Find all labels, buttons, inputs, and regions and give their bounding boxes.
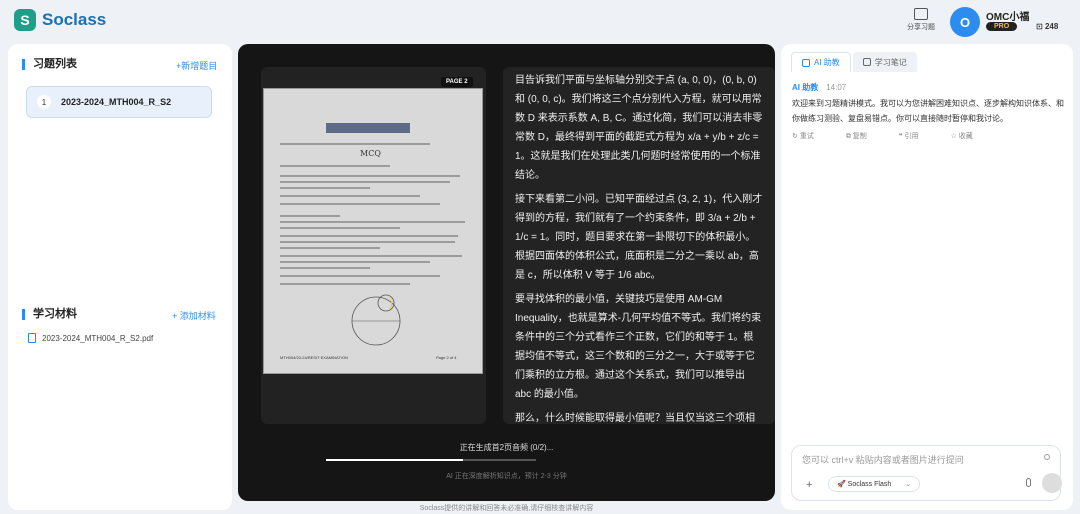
explanation-paragraph: 要寻找体积的最小值，关键技巧是使用 AM-GM Inequality，也就是算术… (515, 294, 762, 400)
problem-number: 1 (37, 95, 51, 109)
tab-notes-label: 学习笔记 (874, 57, 907, 67)
explanation-paragraph: 那么，什么时候能取得最小值呢？当且仅当这三个项相等的时候。也就是 3/a = 2… (515, 413, 755, 424)
explanation-paragraph: 目告诉我们平面与坐标轴分别交于点 (a, 0, 0)，(0, b, 0) 和 (… (515, 75, 763, 181)
chat-input[interactable] (802, 452, 1032, 468)
model-select[interactable]: 🚀 Soclass Flash ⌄ (828, 476, 921, 492)
tab-ai-label: AI 助教 (814, 58, 840, 67)
quote-label: 引用 (904, 133, 919, 140)
audio-progress-fill (326, 459, 463, 461)
problem-list-item[interactable]: 1 2023-2024_MTH004_R_S2 (26, 86, 212, 118)
disclaimer: Soclass提供的讲解和回答未必准确,请仔细核查讲解内容 (419, 505, 594, 512)
document-preview[interactable]: PAGE 2 MCQ MTH004/23-24/RESIT EXAMINATIO… (261, 67, 486, 424)
add-material-button[interactable]: + 添加材料 (172, 309, 216, 322)
favorite-label: 收藏 (958, 133, 973, 140)
audio-progress-label: 正在生成首2页音频 (0/2)... (459, 443, 554, 452)
tab-ai-assistant[interactable]: AI 助教 (791, 52, 851, 72)
share-label: 分享习题 (907, 24, 935, 31)
top-header: S Soclass 分享习题 O OMC小福 PRO ⊡ 248 (0, 0, 1080, 42)
settings-icon[interactable] (1044, 454, 1050, 460)
file-icon (28, 333, 36, 343)
pdf-page-image: MCQ MTH004/23-24/RESIT EXAMINATION Page … (263, 88, 483, 374)
avatar[interactable]: O (950, 7, 980, 37)
logo-mark-icon: S (14, 9, 36, 31)
copy-button[interactable]: ⧉ 复制 (846, 131, 883, 141)
tab-study-notes[interactable]: 学习笔记 (852, 52, 917, 72)
quote-button[interactable]: ❝ 引用 (899, 131, 935, 141)
brand-logo[interactable]: S Soclass (14, 9, 106, 31)
credits-count: ⊡ 248 (1036, 22, 1059, 31)
file-name: 2023-2024_MTH004_R_S2.pdf (42, 333, 154, 343)
microphone-icon[interactable] (1026, 478, 1031, 487)
message-time: 14:07 (826, 83, 847, 92)
sphere-diagram (351, 294, 401, 346)
page-tag: PAGE 2 (441, 77, 473, 87)
material-file-item[interactable]: 2023-2024_MTH004_R_S2.pdf (28, 333, 153, 343)
page-heading: MCQ (360, 149, 381, 158)
share-button[interactable]: 分享习题 (905, 8, 937, 32)
chevron-down-icon: ⌄ (905, 481, 912, 488)
left-sidebar: 习题列表 +新增题目 1 2023-2024_MTH004_R_S2 学习材料 … (8, 44, 232, 510)
username[interactable]: OMC小福 (986, 8, 1029, 23)
model-label: 🚀 Soclass Flash (837, 481, 892, 488)
message-author: AI 助教 (792, 83, 819, 92)
chat-input-box: + 🚀 Soclass Flash ⌄ (791, 445, 1062, 501)
retry-button[interactable]: ↻ 重试 (792, 131, 830, 141)
brand-name: Soclass (42, 10, 107, 29)
explanation-paragraph: 接下来看第二小问。已知平面经过点 (3, 2, 1)，代入刚才得到的方程，我们就… (515, 194, 763, 281)
page-footer-right: Page 2 of 4 (436, 355, 457, 360)
audio-progress-bar (326, 459, 536, 461)
credits-value: 248 (1044, 22, 1059, 31)
add-attachment-icon[interactable]: + (806, 479, 812, 491)
lecture-panel: PAGE 2 MCQ MTH004/23-24/RESIT EXAMINATIO… (238, 44, 775, 501)
page-footer-left: MTH004/23-24/RESIT EXAMINATION (280, 355, 348, 360)
explanation-text: 目告诉我们平面与坐标轴分别交于点 (a, 0, 0)，(0, b, 0) 和 (… (503, 67, 775, 424)
problem-label: 2023-2024_MTH004_R_S2 (61, 97, 172, 107)
share-icon (914, 8, 928, 20)
add-problem-button[interactable]: +新增题目 (176, 59, 217, 72)
university-logo (326, 123, 410, 133)
chat-icon (802, 58, 810, 67)
message-text: 欢迎来到习题精讲模式。我可以为您讲解困难知识点、逐步解构知识体系、和你做练习测验… (792, 99, 1064, 123)
assistant-panel: AI 助教 学习笔记 AI 助教 14:07 欢迎来到习题精讲模式。我可以为您讲… (781, 44, 1073, 510)
materials-title: 学习材料 (22, 309, 77, 320)
copy-label: 复制 (852, 133, 867, 140)
retry-label: 重试 (799, 133, 814, 140)
problems-title: 习题列表 (22, 59, 77, 70)
message-header: AI 助教 14:07 (792, 82, 846, 93)
pen-icon (862, 58, 871, 66)
send-button[interactable] (1042, 473, 1062, 493)
favorite-button[interactable]: ☆ 收藏 (950, 131, 988, 141)
message-actions: ↻ 重试 ⧉ 复制 ❝ 引用 ☆ 收藏 (792, 131, 1005, 141)
pro-badge: PRO (986, 22, 1018, 31)
analysis-status: AI 正在深度解析知识点，预计 2-3 分钟 (446, 473, 567, 480)
assistant-tabs: AI 助教 学习笔记 (791, 52, 919, 72)
